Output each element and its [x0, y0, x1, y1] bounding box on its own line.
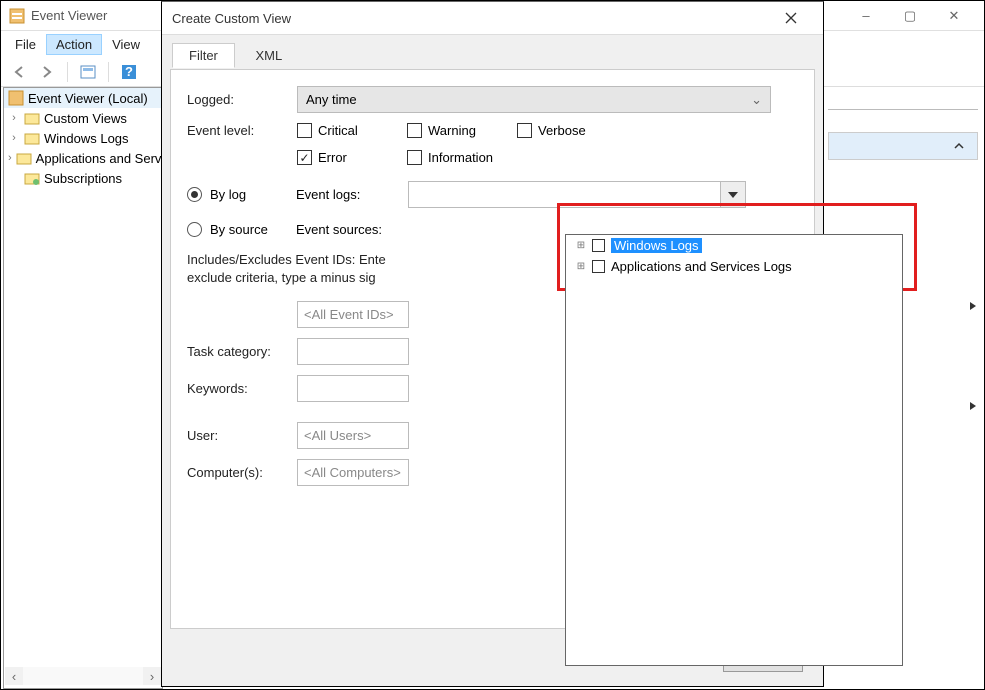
tree-root[interactable]: Event Viewer (Local) — [4, 88, 162, 108]
tree-item-app-services-logs[interactable]: › Applications and Services Logs — [4, 148, 162, 168]
event-logs-dropdown-popup[interactable]: ⊞ Windows Logs ⊞ Applications and Servic… — [565, 234, 903, 666]
checkbox-error[interactable]: Error — [297, 150, 387, 165]
event-viewer-icon — [8, 90, 24, 106]
tree-item-windows-logs[interactable]: › Windows Logs — [4, 128, 162, 148]
checkbox-icon[interactable] — [592, 260, 605, 273]
dropdown-item-label: Applications and Services Logs — [611, 259, 792, 274]
expander-icon[interactable]: › — [8, 152, 12, 164]
scroll-left-icon[interactable]: ‹ — [5, 667, 23, 685]
event-level-group: Critical Warning Verbose Error Informati… — [297, 123, 757, 165]
checkbox-icon[interactable] — [592, 239, 605, 252]
tree-expand-icon[interactable]: ⊞ — [576, 240, 586, 251]
maximize-button[interactable]: ▢ — [888, 1, 932, 31]
event-ids-placeholder: <All Event IDs> — [304, 307, 394, 322]
event-ids-input[interactable]: <All Event IDs> — [297, 301, 409, 328]
checkbox-icon — [297, 123, 312, 138]
folder-icon — [16, 150, 32, 166]
minimize-button[interactable]: – — [844, 1, 888, 31]
close-button[interactable]: ✕ — [932, 1, 976, 31]
scroll-right-icon[interactable]: › — [143, 667, 161, 685]
event-level-label: Event level: — [187, 123, 297, 138]
checkbox-critical[interactable]: Critical — [297, 123, 387, 138]
checkbox-warning[interactable]: Warning — [407, 123, 497, 138]
dropdown-item-app-services-logs[interactable]: ⊞ Applications and Services Logs — [566, 256, 902, 277]
svg-text:?: ? — [125, 64, 133, 79]
scroll-track[interactable] — [23, 667, 143, 685]
tree-horizontal-scrollbar[interactable]: ‹ › — [5, 667, 161, 685]
checkbox-information[interactable]: Information — [407, 150, 497, 165]
chevron-down-icon — [728, 192, 738, 198]
event-sources-label: Event sources: — [296, 222, 400, 237]
tree-expand-icon[interactable]: ⊞ — [576, 261, 586, 272]
navigation-tree[interactable]: Event Viewer (Local) › Custom Views › Wi… — [3, 87, 163, 689]
tree-item-custom-views[interactable]: › Custom Views — [4, 108, 162, 128]
toolbar-help-icon[interactable]: ? — [117, 60, 141, 84]
chevron-down-icon: ⌄ — [751, 92, 762, 108]
dialog-close-button[interactable] — [769, 3, 813, 33]
collapse-up-icon[interactable] — [949, 136, 969, 156]
task-category-label: Task category: — [187, 344, 297, 359]
radio-by-log-label: By log — [210, 187, 288, 202]
checkbox-verbose[interactable]: Verbose — [517, 123, 607, 138]
checkbox-label: Information — [428, 150, 493, 165]
tree-item-label: Subscriptions — [44, 171, 122, 186]
computers-input[interactable]: <All Computers> — [297, 459, 409, 486]
dialog-tabs: Filter XML — [172, 43, 823, 69]
tree-item-label: Applications and Services Logs — [36, 151, 163, 166]
radio-by-source[interactable] — [187, 222, 202, 237]
checkbox-label: Verbose — [538, 123, 586, 138]
keywords-label: Keywords: — [187, 381, 297, 396]
checkbox-label: Error — [318, 150, 347, 165]
expander-icon[interactable]: › — [8, 112, 20, 124]
checkbox-icon — [407, 123, 422, 138]
tree-root-label: Event Viewer (Local) — [28, 91, 148, 106]
chevron-right-icon — [968, 301, 978, 311]
toolbar-select-icon[interactable] — [76, 60, 100, 84]
dialog-titlebar[interactable]: Create Custom View — [162, 2, 823, 35]
tree-item-label: Custom Views — [44, 111, 127, 126]
tree-item-label: Windows Logs — [44, 131, 129, 146]
tab-xml[interactable]: XML — [239, 43, 300, 68]
checkbox-icon — [297, 150, 312, 165]
dropdown-item-label: Windows Logs — [611, 238, 702, 253]
close-icon — [785, 12, 797, 24]
task-category-input[interactable] — [297, 338, 409, 365]
computers-label: Computer(s): — [187, 465, 297, 480]
tree-item-subscriptions[interactable]: › Subscriptions — [4, 168, 162, 188]
checkbox-label: Warning — [428, 123, 476, 138]
checkbox-label: Critical — [318, 123, 358, 138]
folder-icon — [24, 110, 40, 126]
dropdown-item-windows-logs[interactable]: ⊞ Windows Logs — [566, 235, 902, 256]
logged-combo-value: Any time — [306, 92, 357, 107]
logged-combo[interactable]: Any time ⌄ — [297, 86, 771, 113]
menu-view[interactable]: View — [102, 34, 150, 55]
tab-filter[interactable]: Filter — [172, 43, 235, 68]
checkbox-icon — [407, 150, 422, 165]
logged-label: Logged: — [187, 92, 297, 107]
keywords-input[interactable] — [297, 375, 409, 402]
user-label: User: — [187, 428, 297, 443]
computers-placeholder: <All Computers> — [304, 465, 401, 480]
menu-file[interactable]: File — [5, 34, 46, 55]
user-placeholder: <All Users> — [304, 428, 371, 443]
chevron-right-icon — [968, 401, 978, 411]
subscriptions-icon — [24, 170, 40, 186]
nav-forward-icon[interactable] — [35, 60, 59, 84]
checkbox-icon — [517, 123, 532, 138]
actions-collapse-row[interactable] — [828, 132, 978, 160]
dialog-title: Create Custom View — [172, 11, 769, 26]
folder-icon — [24, 130, 40, 146]
user-input[interactable]: <All Users> — [297, 422, 409, 449]
radio-by-log[interactable] — [187, 187, 202, 202]
event-logs-label: Event logs: — [296, 187, 400, 202]
radio-by-source-label: By source — [210, 222, 288, 237]
expander-icon[interactable]: › — [8, 132, 20, 144]
event-viewer-title: Event Viewer — [31, 8, 107, 23]
nav-back-icon[interactable] — [7, 60, 31, 84]
event-viewer-app-icon — [9, 8, 25, 24]
menu-action[interactable]: Action — [46, 34, 102, 55]
